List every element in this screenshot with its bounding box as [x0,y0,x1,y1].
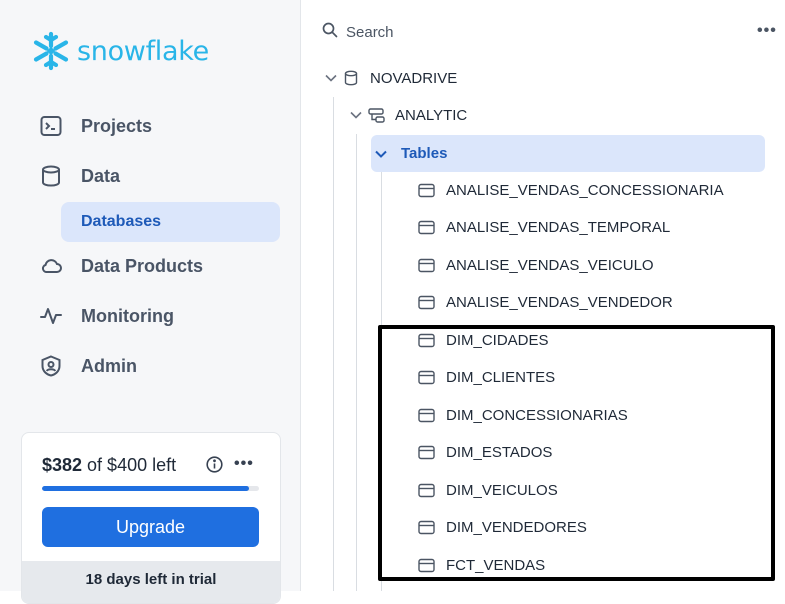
credit-total: of $400 left [82,455,177,475]
nav-item-data[interactable]: Data [22,156,280,196]
table-name: ANALISE_VENDAS_VEICULO [446,256,654,274]
nav-label: Admin [81,355,137,376]
table-item[interactable]: DIM_CIDADES [418,328,549,352]
tree-guide [333,97,334,591]
nav-label: Data [81,165,121,186]
table-name: FCT_VENDAS [446,556,546,574]
upgrade-button[interactable]: Upgrade [42,507,259,547]
tree-node-tables[interactable]: Tables [371,135,765,172]
shield-icon [38,353,64,379]
activity-icon [38,303,64,329]
chevron-down-icon[interactable] [324,71,338,85]
cloud-icon [38,253,64,279]
table-icon [418,370,435,385]
table-item[interactable]: DIM_VEICULOS [418,478,558,502]
table-icon [418,295,435,310]
table-item[interactable]: ANALISE_VENDAS_VENDEDOR [418,291,673,315]
table-icon [418,220,435,235]
credit-progress-bar [42,486,259,491]
tables-folder-label: Tables [401,145,448,162]
snowflake-logo[interactable]: snowflake [31,31,209,71]
trial-days-left: 18 days left in trial [22,561,280,603]
table-icon [418,445,435,460]
nav-label: Data Products [81,255,204,276]
search-bar [322,22,646,42]
tree-node-database[interactable]: NOVADRIVE [324,64,457,92]
more-options-icon[interactable]: ••• [234,455,254,473]
table-item[interactable]: DIM_ESTADOS [418,441,552,465]
terminal-icon [38,113,64,139]
nav-label: Monitoring [81,305,174,326]
trial-card: $382 of $400 left ••• Upgrade 18 days le… [21,432,281,604]
nav-item-projects[interactable]: Projects [22,106,280,146]
table-name: ANALISE_VENDAS_CONCESSIONARIA [446,181,724,199]
nav-item-admin[interactable]: Admin [22,346,280,386]
table-item[interactable]: DIM_CLIENTES [418,366,555,390]
table-item[interactable]: DIM_CONCESSIONARIAS [418,403,628,427]
database-icon [344,70,358,86]
explorer-more-icon[interactable]: ••• [757,22,777,40]
search-input[interactable] [346,23,646,41]
nav-sub-label: Databases [81,213,162,230]
tree-node-schema[interactable]: ANALYTIC [349,101,467,129]
table-name: DIM_CLIENTES [446,369,556,386]
sidebar: snowflake Projects Data Databases Data P… [0,0,301,604]
table-item[interactable]: ANALISE_VENDAS_CONCESSIONARIA [418,178,724,202]
table-name: DIM_CIDADES [446,331,549,349]
table-name: DIM_VENDEDORES [446,519,587,536]
table-name: ANALISE_VENDAS_TEMPORAL [446,219,671,236]
table-name: ANALISE_VENDAS_VENDEDOR [446,294,673,311]
table-icon [418,333,435,348]
table-icon [418,183,435,198]
nav-subitem-databases[interactable]: Databases [61,202,280,242]
credit-progress-fill [42,486,250,491]
chevron-down-icon[interactable] [374,147,388,161]
search-icon [322,22,338,43]
table-item[interactable]: FCT_VENDAS [418,553,545,577]
schema-icon [368,107,385,123]
database-icon [38,163,64,189]
tree-guide [381,172,382,591]
chevron-down-icon[interactable] [349,108,363,122]
table-icon [418,408,435,423]
table-name: DIM_CONCESSIONARIAS [446,406,628,424]
info-icon[interactable] [206,456,223,478]
brand-name: snowflake [77,35,209,67]
schema-name: ANALYTIC [395,106,468,124]
table-icon [418,258,435,273]
table-item[interactable]: ANALISE_VENDAS_VEICULO [418,253,654,277]
table-name: DIM_ESTADOS [446,444,553,461]
table-item[interactable]: ANALISE_VENDAS_TEMPORAL [418,216,670,240]
table-icon [418,558,435,573]
credit-amount: $382 [42,455,83,475]
nav-item-monitoring[interactable]: Monitoring [22,296,280,336]
credit-remaining: $382 of $400 left [42,455,176,476]
nav-item-data-products[interactable]: Data Products [22,246,280,286]
database-name: NOVADRIVE [370,69,458,87]
table-icon [418,520,435,535]
tree-guide [356,134,357,591]
table-icon [418,483,435,498]
snowflake-icon [33,31,69,71]
table-name: DIM_VEICULOS [446,481,558,499]
nav-label: Projects [81,115,153,136]
table-item[interactable]: DIM_VENDEDORES [418,516,587,540]
